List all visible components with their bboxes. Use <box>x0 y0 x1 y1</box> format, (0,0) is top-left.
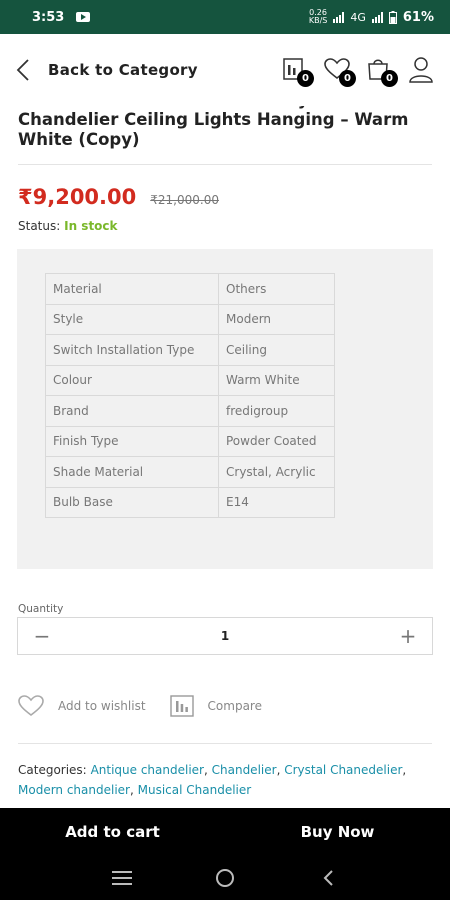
table-row: Shade Material Crystal, Acrylic <box>45 456 335 488</box>
original-price: ₹21,000.00 <box>150 193 219 207</box>
spec-value: Crystal, Acrylic <box>218 456 335 488</box>
chevron-left-icon <box>16 59 29 81</box>
spec-value: fredigroup <box>218 395 335 427</box>
header-icons: 0 0 0 <box>282 56 434 87</box>
categories-label: Categories: <box>18 763 87 777</box>
spec-key: Material <box>45 273 219 305</box>
wishlist-count-badge: 0 <box>339 70 356 87</box>
divider <box>18 743 432 744</box>
stock-status-label: Status: <box>18 219 61 233</box>
spec-value: Powder Coated <box>218 425 335 457</box>
table-row: Material Others <box>45 273 335 305</box>
product-actions: Add to wishlist Compare <box>18 695 432 717</box>
back-label: Back to Category <box>48 61 198 79</box>
category-link[interactable]: Chandelier <box>212 763 277 777</box>
heart-icon <box>18 695 44 717</box>
net-speed-unit: KB/S <box>308 16 328 25</box>
spec-key: Switch Installation Type <box>45 334 219 366</box>
categories: Categories: Antique chandelier, Chandeli… <box>18 763 407 797</box>
spec-value: Warm White <box>218 364 335 396</box>
system-back-button[interactable] <box>316 866 340 890</box>
table-row: Switch Installation Type Ceiling <box>45 334 335 366</box>
current-price: ₹9,200.00 <box>18 185 137 209</box>
quantity-stepper: − 1 + <box>17 617 433 655</box>
wishlist-label: Add to wishlist <box>58 699 146 713</box>
compare-count-badge: 0 <box>297 70 314 87</box>
stock-status-value: In stock <box>64 219 118 233</box>
table-row: Colour Warm White <box>45 364 335 396</box>
menu-icon <box>111 871 132 885</box>
specifications-table: Material Others Style Modern Switch Instal… <box>45 273 335 518</box>
spec-value: Others <box>218 273 335 305</box>
product-content[interactable]: 600MM Black Gold Hexa K9 Crystal Pendant… <box>0 90 450 808</box>
quantity-decrease-button[interactable]: − <box>32 624 52 648</box>
recent-apps-button[interactable] <box>110 866 134 890</box>
quantity-label: Quantity <box>18 603 64 615</box>
spec-value: Modern <box>218 303 335 335</box>
net-speed: 0.26 KB/S <box>309 9 328 25</box>
compare-button[interactable]: Compare <box>169 695 262 717</box>
home-circle-icon <box>215 869 234 887</box>
quantity-increase-button[interactable]: + <box>398 624 418 648</box>
buy-now-button[interactable]: Buy Now <box>225 823 450 841</box>
compare-label: Compare <box>207 699 262 713</box>
category-link[interactable]: Musical Chandelier <box>138 783 252 797</box>
table-row: Bulb Base E14 <box>45 486 335 518</box>
spec-key: Colour <box>45 364 219 396</box>
table-row: Brand fredigroup <box>45 395 335 427</box>
status-time: 3:53 <box>32 9 65 25</box>
spec-value: E14 <box>218 486 335 518</box>
network-type: 4G <box>350 10 366 24</box>
youtube-notification-icon <box>76 12 91 22</box>
system-navigation-bar <box>0 856 450 900</box>
cell-signal-icon <box>371 11 383 23</box>
status-indicators: 0.26 KB/S 4G 61% <box>309 9 434 25</box>
back-arrow-icon <box>323 870 334 886</box>
divider <box>18 164 432 165</box>
add-to-wishlist-button[interactable]: Add to wishlist <box>18 695 146 717</box>
spec-value: Ceiling <box>218 334 335 366</box>
spec-key: Style <box>45 303 219 335</box>
bottom-action-bar: Add to cart Buy Now <box>0 808 450 856</box>
wifi-signal-icon <box>333 11 345 23</box>
category-link[interactable]: Crystal Chanedelier <box>284 763 402 777</box>
home-button[interactable] <box>213 866 237 890</box>
stock-status: Status: In stock <box>18 219 432 233</box>
cart-header-button[interactable]: 0 <box>366 56 398 87</box>
compare-header-button[interactable]: 0 <box>282 56 314 87</box>
account-header-button[interactable] <box>408 56 434 84</box>
spec-key: Finish Type <box>45 425 219 457</box>
spec-key: Bulb Base <box>45 486 219 518</box>
specifications-panel: Material Others Style Modern Switch Instal… <box>17 249 433 569</box>
app-header: Back to Category 0 0 0 <box>0 34 450 106</box>
category-link[interactable]: Antique chandelier <box>91 763 204 777</box>
wishlist-header-button[interactable]: 0 <box>324 56 356 87</box>
add-to-cart-button[interactable]: Add to cart <box>0 823 225 841</box>
table-row: Finish Type Powder Coated <box>45 425 335 457</box>
back-to-category-button[interactable]: Back to Category <box>16 59 198 81</box>
table-row: Style Modern <box>45 303 335 335</box>
status-bar: 3:53 0.26 KB/S 4G 61% <box>0 0 450 34</box>
battery-icon <box>388 10 397 24</box>
spec-key: Brand <box>45 395 219 427</box>
category-link[interactable]: Modern chandelier <box>18 783 130 797</box>
user-icon <box>409 57 433 83</box>
compare-icon <box>169 695 194 717</box>
battery-level: 61% <box>402 9 434 25</box>
quantity-input[interactable]: 1 <box>221 629 229 643</box>
cart-count-badge: 0 <box>381 70 398 87</box>
spec-key: Shade Material <box>45 456 219 488</box>
price-row: ₹9,200.00 ₹21,000.00 <box>18 185 432 209</box>
